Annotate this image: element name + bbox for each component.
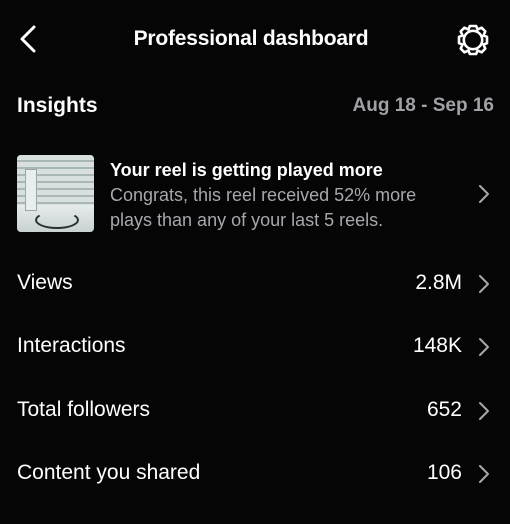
metric-label: Interactions: [17, 334, 126, 357]
metric-label: Content you shared: [17, 461, 201, 484]
chevron-right-icon: [479, 465, 489, 483]
metric-value: 2.8M: [415, 271, 462, 294]
metric-value: 652: [426, 398, 462, 421]
insights-heading: Insights: [17, 94, 98, 117]
gear-icon: [457, 24, 489, 56]
metric-row-interactions[interactable]: Interactions 148K: [0, 322, 510, 372]
date-range[interactable]: Aug 18 - Sep 16: [353, 95, 495, 117]
reel-thumbnail: [17, 155, 94, 232]
metric-row-content-shared[interactable]: Content you shared 106: [0, 449, 510, 499]
settings-button[interactable]: [455, 22, 491, 58]
reel-insight-title: Your reel is getting played more: [110, 160, 383, 180]
reel-insight-card[interactable]: Your reel is getting played more Congrat…: [0, 148, 510, 240]
metric-row-total-followers[interactable]: Total followers 652: [0, 386, 510, 436]
metric-value: 148K: [412, 334, 462, 357]
chevron-right-icon: [479, 338, 489, 356]
metric-row-views[interactable]: Views 2.8M: [0, 259, 510, 309]
metric-value: 106: [426, 461, 462, 484]
page-title: Professional dashboard: [133, 27, 369, 50]
metric-label: Views: [17, 271, 73, 294]
metric-label: Total followers: [17, 398, 151, 421]
chevron-right-icon: [479, 402, 489, 420]
chevron-right-icon: [479, 275, 489, 293]
top-bar: Professional dashboard: [0, 0, 510, 80]
chevron-right-icon: [479, 185, 489, 203]
reel-insight-description: Congrats, this reel received 52% more pl…: [110, 185, 417, 230]
